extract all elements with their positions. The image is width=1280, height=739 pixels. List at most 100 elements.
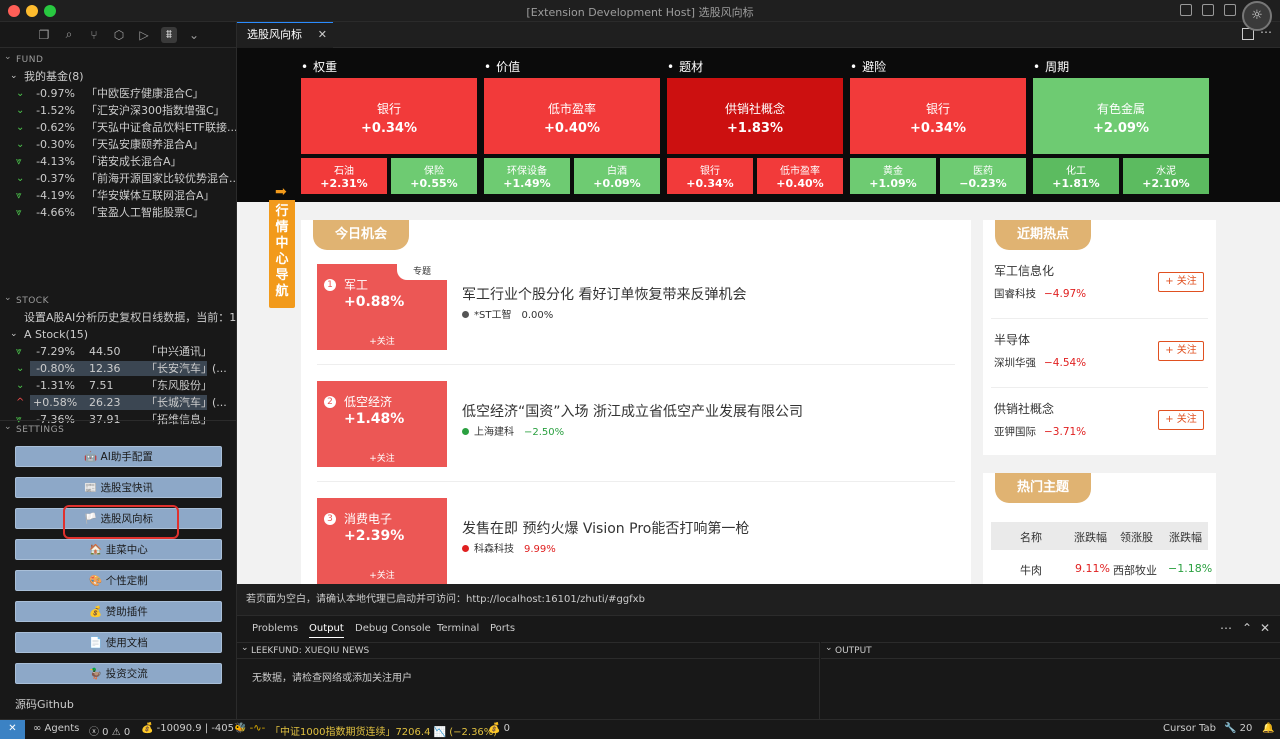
hot-topic-name[interactable]: 军工信息化 [994,262,1054,279]
remote-icon[interactable]: ✕ [0,720,25,739]
stock-group[interactable]: ⌄ A Stock(15) [0,326,236,343]
chevron-down-icon[interactable]: ⌄ [186,27,202,43]
sector-small-tile[interactable]: 环保设备 +1.49% [484,158,570,194]
sector-small-tile[interactable]: 化工 +1.81% [1033,158,1119,194]
follow-button[interactable]: + 关注 [1158,410,1204,430]
fund-item[interactable]: ⌄ -0.97% 「中欧医疗健康混合C」 [0,85,236,102]
close-icon[interactable]: ✕ [318,23,327,47]
opportunity-card[interactable]: 2 低空经济 +1.48% +关注 [317,381,447,467]
sector-small-tile[interactable]: 低市盈率 +0.40% [757,158,843,194]
leekfund-icon[interactable]: ⩩ [161,26,177,43]
settings-section-header[interactable]: SETTINGS [0,419,236,438]
sponsor-button[interactable]: 💰 赞助插件 [15,601,222,622]
agents-status[interactable]: ∞ Agents [33,723,79,734]
opportunity-stock[interactable]: 上海建科 −2.50% [462,423,564,438]
invest-chat-button[interactable]: 🦆 投资交流 [15,663,222,684]
hot-topic-stock[interactable]: 亚钾国际 −3.71% [994,424,1086,439]
fund-item[interactable]: ⌄ -0.30% 「天弘安康颐养混合A」 [0,136,236,153]
fund-group[interactable]: ⌄ 我的基金(8) [0,68,236,85]
tab-xuangu-fengxiangbiao[interactable]: 选股风向标 ✕ [237,22,333,48]
tab-ports[interactable]: Ports [490,623,515,634]
extensions-icon[interactable]: ⬡ [111,27,127,43]
search-icon[interactable]: ⌕ [61,27,77,43]
stock-item[interactable]: ⩔ -7.29% 44.50 「中兴通讯」 [0,343,236,360]
stock-section-header[interactable]: STOCK [0,290,236,309]
xueqiu-news-empty: 无数据，请检查网络或添加关注用户 [252,673,412,684]
toggle-panel-icon[interactable] [1202,4,1214,16]
opportunity-headline[interactable]: 军工行业个股分化 看好订单恢复带来反弹机会 [462,284,746,304]
fund-total-status[interactable]: 💰 -10090.9 | -405 [141,723,234,734]
notification-count[interactable]: 🔧 20 [1224,723,1252,734]
sector-big-tile[interactable]: 低市盈率 +0.40% [484,78,660,154]
opportunity-stock[interactable]: 科森科技 9.99% [462,540,556,555]
market-center-nav[interactable]: 行情中心导航 [269,200,295,308]
sector-big-tile[interactable]: 有色金属 +2.09% [1033,78,1209,154]
sector-small-tile[interactable]: 银行 +0.34% [667,158,753,194]
hot-topic-stock[interactable]: 深圳华强 −4.54% [994,355,1086,370]
highlight-ring [63,505,179,539]
follow-button[interactable]: +关注 [317,568,447,581]
bell-icon[interactable]: 🔔 [1262,723,1274,734]
stock-item[interactable]: ⌄ -0.80% 12.36 「长安汽车」(... [0,360,236,377]
tab-debug-console[interactable]: Debug Console [355,623,431,634]
opportunity-headline[interactable]: 低空经济“国资”入场 浙江成立省低空产业发展有限公司 [462,401,803,421]
opportunity-stock[interactable]: *ST工智 0.00% [462,306,553,321]
jiucai-center-button[interactable]: 🏠 韭菜中心 [15,539,222,560]
divider [317,481,955,482]
follow-button[interactable]: + 关注 [1158,272,1204,292]
fund-item[interactable]: ⩔ -4.19% 「华安媒体互联网混合A」 [0,187,236,204]
sector-small-tile[interactable]: 水泥 +2.10% [1123,158,1209,194]
hot-topic-name[interactable]: 半导体 [994,331,1030,348]
fund-item[interactable]: ⩔ -4.13% 「诺安成长混合A」 [0,153,236,170]
run-icon[interactable]: ▷ [136,27,152,43]
opportunity-card[interactable]: 3 消费电子 +2.39% +关注 [317,498,447,584]
cursor-tab-status[interactable]: Cursor Tab [1163,723,1216,734]
dot-icon [462,311,469,318]
sector-big-tile[interactable]: 供销社概念 +1.83% [667,78,843,154]
toggle-secondary-sidebar-icon[interactable] [1224,4,1236,16]
fund-item[interactable]: ⌄ -1.52% 「汇安沪深300指数增强C」 [0,102,236,119]
ticker-status[interactable]: 「中证1000指数期货连续」7206.4 📉 (−2.36%) [270,723,497,738]
toggle-sidebar-icon[interactable] [1180,4,1192,16]
customize-button[interactable]: 🎨 个性定制 [15,570,222,591]
sector-small-tile[interactable]: 医药 −0.23% [940,158,1026,194]
hot-topic-name[interactable]: 供销社概念 [994,400,1054,417]
stock-ai-note[interactable]: 设置A股AI分析历史复权日线数据，当前：1... [0,309,236,326]
tab-output[interactable]: Output [309,623,344,638]
follow-button[interactable]: +关注 [317,451,447,464]
follow-button[interactable]: +关注 [317,334,447,347]
docs-button[interactable]: 📄 使用文档 [15,632,222,653]
hot-topic-stock[interactable]: 国睿科技 −4.97% [994,286,1086,301]
xuangubao-news-button[interactable]: 📰 选股宝快讯 [15,477,222,498]
fund-item[interactable]: ⩔ -4.66% 「宝盈人工智能股票C」 [0,204,236,221]
close-icon[interactable]: ✕ [1260,621,1270,635]
tab-problems[interactable]: Problems [252,623,298,634]
opportunity-card[interactable]: 1 军工 +0.88% +关注 专题 [317,264,447,350]
stock-item[interactable]: ^ +0.58% 26.23 「长城汽车」(... [0,394,236,411]
fund-item[interactable]: ⌄ -0.37% 「前海开源国家比较优势混合... [0,170,236,187]
opportunity-headline[interactable]: 发售在即 预约火爆 Vision Pro能否打响第一枪 [462,518,749,538]
chevron-up-icon[interactable]: ⌃ [1242,621,1252,635]
count-status[interactable]: 💰 0 [488,723,510,734]
sector-small-tile[interactable]: 白酒 +0.09% [574,158,660,194]
sector-small-tile[interactable]: 保险 +0.55% [391,158,477,194]
sector-small-tile[interactable]: 石油 +2.31% [301,158,387,194]
github-source-link[interactable]: 源码Github [15,696,74,712]
output-header[interactable]: OUTPUT [821,640,1280,659]
stock-item[interactable]: ⌄ -1.31% 7.51 「东风股份」 [0,377,236,394]
fund-section-header[interactable]: FUND [0,49,236,68]
follow-button[interactable]: + 关注 [1158,341,1204,361]
sector-small-tile[interactable]: 黄金 +1.09% [850,158,936,194]
stock-change: -0.80% [36,362,75,375]
sector-big-tile[interactable]: 银行 +0.34% [850,78,1026,154]
files-icon[interactable]: ❐ [36,27,52,43]
ai-assistant-button[interactable]: 🤖 AI助手配置 [15,446,222,467]
tab-terminal[interactable]: Terminal [437,623,479,634]
fund-item[interactable]: ⌄ -0.62% 「天弘中证食品饮料ETF联接... [0,119,236,136]
sector-big-tile[interactable]: 银行 +0.34% [301,78,477,154]
fund-down-icon: ⩔ [16,190,22,201]
more-icon[interactable]: ⋯ [1220,621,1232,635]
xueqiu-news-header[interactable]: LEEKFUND: XUEQIU NEWS [237,640,819,659]
branch-icon[interactable]: ⑂ [86,27,102,43]
problems-status[interactable]: ⓧ 0 ⚠ 0 [89,723,130,738]
